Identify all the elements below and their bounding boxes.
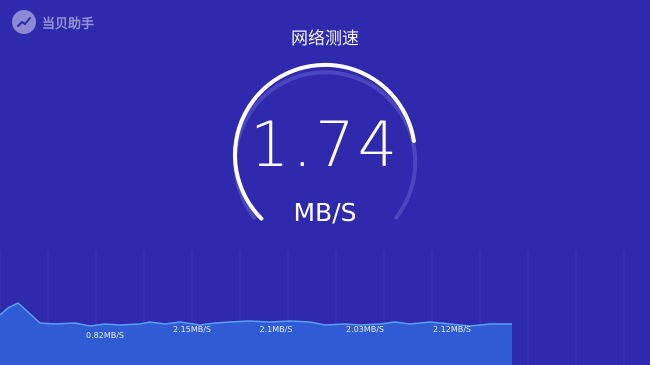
segment-speed-label: 2.15MB/S — [173, 325, 211, 334]
segment-speed-label: 2.1MB/S — [260, 325, 293, 334]
speed-value: 1.74 — [249, 108, 401, 181]
speed-chart: 0.82MB/S 2.15MB/S 2.1MB/S 2.03MB/S 2.12MB/S — [0, 250, 625, 365]
page-title: 网络测速 — [291, 29, 359, 49]
speed-unit: MB/S — [293, 198, 357, 227]
segment-speed-label: 2.03MB/S — [346, 325, 384, 334]
segment-speed-label: 2.12MB/S — [433, 325, 471, 334]
chart-area — [0, 303, 512, 365]
segment-speed-label: 0.82MB/S — [86, 331, 124, 340]
